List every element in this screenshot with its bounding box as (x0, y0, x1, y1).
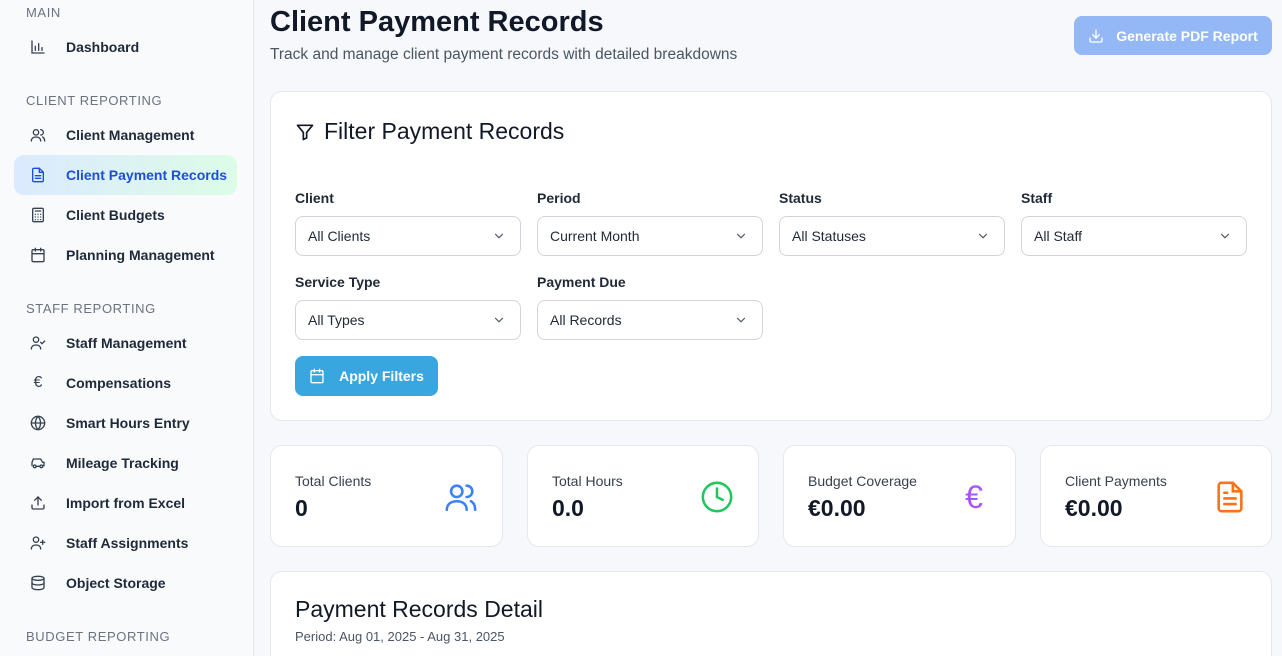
apply-filters-button[interactable]: Apply Filters (295, 356, 438, 396)
sidebar-item-label: Compensations (66, 375, 172, 391)
stat-card-total-hours: Total Hours 0.0 (527, 445, 759, 547)
period-select-value: Current Month (550, 228, 640, 244)
service-type-select-value: All Types (308, 312, 365, 328)
user-check-icon (29, 334, 47, 352)
service-type-select[interactable]: All Types (295, 300, 521, 340)
service-type-filter-label: Service Type (295, 274, 381, 290)
sidebar-item-object-storage[interactable]: Object Storage (14, 563, 237, 603)
staff-select[interactable]: All Staff (1021, 216, 1247, 256)
stat-label: Budget Coverage (808, 473, 917, 489)
stat-value: 0 (295, 495, 308, 521)
status-select[interactable]: All Statuses (779, 216, 1005, 256)
sidebar-item-client-management[interactable]: Client Management (14, 115, 237, 155)
period-select[interactable]: Current Month (537, 216, 763, 256)
chevron-down-icon (734, 313, 748, 327)
users-icon (444, 480, 478, 514)
globe-icon (29, 414, 47, 432)
generate-pdf-report-label: Generate PDF Report (1116, 27, 1258, 44)
bar-chart-icon (29, 38, 47, 56)
client-select[interactable]: All Clients (295, 216, 521, 256)
section-title-client-reporting: CLIENT REPORTING (26, 93, 163, 108)
payment-due-select[interactable]: All Records (537, 300, 763, 340)
sidebar-item-smart-hours-entry[interactable]: Smart Hours Entry (14, 403, 237, 443)
sidebar-item-label: Object Storage (66, 575, 166, 591)
stat-label: Client Payments (1065, 473, 1167, 489)
sidebar-item-label: Mileage Tracking (66, 455, 179, 471)
detail-title: Payment Records Detail (295, 596, 543, 622)
chevron-down-icon (492, 229, 506, 243)
staff-filter-label: Staff (1021, 190, 1053, 206)
sidebar-item-label: Staff Assignments (66, 535, 189, 551)
chevron-down-icon (1218, 229, 1232, 243)
generate-pdf-report-button[interactable]: Generate PDF Report (1074, 16, 1272, 55)
clock-icon (700, 480, 734, 514)
calculator-icon (29, 206, 47, 224)
chevron-down-icon (734, 229, 748, 243)
sidebar-item-planning-management[interactable]: Planning Management (14, 235, 237, 275)
sidebar-item-label: Import from Excel (66, 495, 186, 511)
sidebar-item-label: Dashboard (66, 39, 140, 55)
sidebar-item-label: Client Payment Records (66, 167, 228, 183)
filter-card: Filter Payment Records Client All Client… (270, 91, 1272, 421)
stat-value: €0.00 (808, 495, 866, 521)
sidebar-item-client-payment-records[interactable]: Client Payment Records (14, 155, 237, 195)
sidebar-item-import-from-excel[interactable]: Import from Excel (14, 483, 237, 523)
sidebar-item-compensations[interactable]: € Compensations (14, 363, 237, 403)
sidebar-item-staff-management[interactable]: Staff Management (14, 323, 237, 363)
sidebar-item-staff-assignments[interactable]: Staff Assignments (14, 523, 237, 563)
stat-value: €0.00 (1065, 495, 1123, 521)
payment-records-detail-card: Payment Records Detail Period: Aug 01, 2… (270, 571, 1272, 656)
chevron-down-icon (492, 313, 506, 327)
section-title-main: MAIN (26, 5, 61, 20)
sidebar-item-label: Staff Management (66, 335, 187, 351)
client-select-value: All Clients (308, 228, 371, 244)
section-title-budget-reporting: BUDGET REPORTING (26, 629, 171, 644)
period-filter-label: Period (537, 190, 581, 206)
payment-due-select-value: All Records (550, 312, 622, 328)
apply-filters-label: Apply Filters (339, 368, 424, 384)
file-text-icon (29, 166, 47, 184)
detail-period: Period: Aug 01, 2025 - Aug 31, 2025 (295, 629, 505, 644)
stat-card-budget-coverage: Budget Coverage €0.00 € (783, 445, 1016, 547)
client-filter-label: Client (295, 190, 334, 206)
sidebar-item-client-budgets[interactable]: Client Budgets (14, 195, 237, 235)
page-title: Client Payment Records (270, 6, 604, 38)
sidebar-item-label: Smart Hours Entry (66, 415, 190, 431)
chevron-down-icon (976, 229, 990, 243)
stat-card-total-clients: Total Clients 0 (270, 445, 503, 547)
stat-label: Total Clients (295, 473, 372, 489)
sidebar-item-label: Client Management (66, 127, 195, 143)
filter-title: Filter Payment Records (295, 118, 564, 145)
main-content: Client Payment Records Track and manage … (254, 0, 1282, 656)
calendar-icon (29, 246, 47, 264)
staff-select-value: All Staff (1034, 228, 1082, 244)
sidebar-item-label: Planning Management (66, 247, 215, 263)
user-plus-icon (29, 534, 47, 552)
euro-icon: € (33, 374, 43, 391)
download-icon (1088, 28, 1104, 44)
database-icon (29, 574, 47, 592)
sidebar: MAIN Dashboard CLIENT REPORTING Client M… (0, 0, 254, 656)
upload-icon (29, 494, 47, 512)
stat-card-client-payments: Client Payments €0.00 (1040, 445, 1272, 547)
status-select-value: All Statuses (792, 228, 866, 244)
payment-due-filter-label: Payment Due (537, 274, 626, 290)
page-subtitle: Track and manage client payment records … (270, 46, 738, 63)
car-icon (29, 454, 47, 472)
status-filter-label: Status (779, 190, 822, 206)
stat-label: Total Hours (552, 473, 623, 489)
users-icon (29, 126, 47, 144)
sidebar-item-mileage-tracking[interactable]: Mileage Tracking (14, 443, 237, 483)
sidebar-item-label: Client Budgets (66, 207, 165, 223)
calendar-icon (309, 368, 325, 384)
filter-title-text: Filter Payment Records (324, 118, 565, 144)
sidebar-item-dashboard[interactable]: Dashboard (14, 27, 237, 67)
stat-value: 0.0 (552, 495, 584, 521)
filter-icon (295, 122, 315, 142)
file-text-icon (1213, 480, 1247, 514)
section-title-staff-reporting: STAFF REPORTING (26, 301, 156, 316)
euro-icon: € (965, 479, 983, 515)
